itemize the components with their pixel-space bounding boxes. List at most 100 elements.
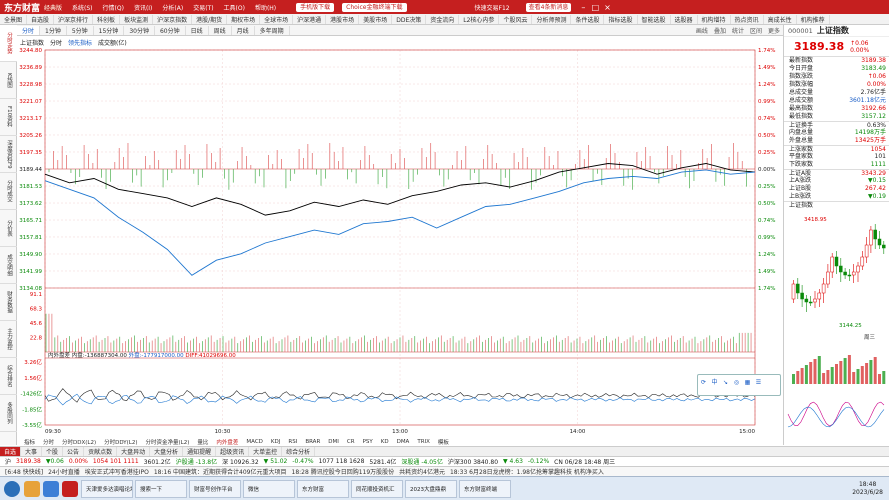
bottom-tab[interactable]: 大单监控 <box>249 447 283 456</box>
taskbar-task[interactable]: 东方财富 <box>297 479 349 498</box>
nav-item[interactable]: 资金流向 <box>426 14 460 24</box>
nav-item[interactable]: 美股市场 <box>359 14 393 24</box>
nav-item[interactable]: 科创板 <box>93 14 121 24</box>
taskbar-task[interactable]: 同花顺投资机汇 <box>351 479 403 498</box>
nav-item[interactable]: 全球市场 <box>260 14 294 24</box>
taskbar-task[interactable]: 天津爱多达演唱论坛 <box>81 479 133 498</box>
menu-system[interactable]: 系统(S) <box>72 3 93 12</box>
nav-item[interactable]: 分析师预测 <box>532 14 572 24</box>
news-item[interactable]: 18:33 6月28日龙虎榜：1.98亿抢筹掌趣科技 机构净买入 <box>450 467 604 476</box>
taskbar-task[interactable]: 东方财富终端 <box>459 479 511 498</box>
folder-icon[interactable] <box>24 480 40 497</box>
period-tab[interactable]: 日线 <box>186 25 209 35</box>
indicator-tab[interactable]: BRAR <box>301 439 324 445</box>
mini-kline-chart[interactable]: 3418.95 3144.25周三 <box>784 209 888 459</box>
floating-toolbar[interactable]: ⟳ 中 ↘ ◎ ▦ ☰ <box>697 374 781 396</box>
nav-item[interactable]: 条件选股 <box>571 14 605 24</box>
indicator-tab[interactable]: KD <box>377 439 393 445</box>
bottom-tab[interactable]: 大事 <box>21 447 43 456</box>
taskbar-task[interactable]: 财富号创作平台 <box>189 479 241 498</box>
nav-item[interactable]: 全景图 <box>0 14 28 24</box>
nav-item[interactable]: 沪深京指数 <box>153 14 193 24</box>
indicator-tab[interactable]: 分时 <box>39 438 58 446</box>
float-tool-icon[interactable]: ⟳ <box>698 379 709 386</box>
indicator-tab[interactable]: 分时资金净量(L2) <box>142 438 194 446</box>
bottom-tab[interactable]: 个股 <box>42 447 64 456</box>
chart-tool[interactable]: 画线 <box>693 26 711 35</box>
period-tab[interactable]: 30分钟 <box>124 25 155 35</box>
indicator-tab[interactable]: CR <box>343 439 359 445</box>
float-tool-icon[interactable]: ☰ <box>753 379 764 386</box>
nav-item[interactable]: 板块监测 <box>120 14 154 24</box>
message-button[interactable]: 查看4条新消息 <box>525 2 572 12</box>
nav-item[interactable]: 机构增持 <box>698 14 731 24</box>
indicator-tab[interactable]: 分时DDX(L2) <box>58 438 100 446</box>
taskbar-task[interactable]: 搜索一下 <box>135 479 187 498</box>
news-item[interactable]: 埃安正式冲写香港挂IPO <box>85 467 149 476</box>
news-item[interactable]: 共耗资约4亿港元 <box>399 467 445 476</box>
period-tab[interactable]: 分时 <box>17 25 41 35</box>
menu-analysis[interactable]: 分析(A) <box>162 3 183 12</box>
float-tool-icon[interactable]: ↘ <box>720 379 731 386</box>
nav-item[interactable]: 沪深京排行 <box>54 14 94 24</box>
float-tool-icon[interactable]: ◎ <box>731 379 742 386</box>
nav-item[interactable]: L2核心内参 <box>459 14 500 24</box>
close-icon[interactable]: × <box>601 3 613 12</box>
nav-item[interactable]: DDE决策 <box>392 14 427 24</box>
menu-help[interactable]: 帮助(H) <box>255 3 276 12</box>
bottom-tab[interactable]: 公告 <box>63 447 85 456</box>
news-item[interactable]: 18:28 腾讯控股今日回购119万股股份 <box>292 467 395 476</box>
indicator-tab[interactable]: PSY <box>359 439 377 445</box>
indicator-tab[interactable]: TRIX <box>413 439 434 445</box>
nav-item[interactable]: 港股市场 <box>326 14 360 24</box>
nav-item[interactable]: 机构推荐 <box>797 14 830 24</box>
indicator-tab[interactable]: MACD <box>242 439 267 445</box>
menu-trade[interactable]: 交易(T) <box>193 3 213 12</box>
maximize-icon[interactable]: □ <box>589 3 601 12</box>
indicator-tab[interactable]: DMI <box>324 439 343 445</box>
start-button[interactable] <box>4 480 20 497</box>
mobile-download-button[interactable]: 手机版下载 <box>296 2 335 12</box>
menu-tools[interactable]: 工具(O) <box>224 3 245 12</box>
taskbar-task[interactable]: 微信 <box>243 479 295 498</box>
period-tab[interactable]: 多年周期 <box>255 25 290 35</box>
nav-item[interactable]: 指标选股 <box>604 14 638 24</box>
taskbar-task[interactable]: 2023大盘鼎鼎 <box>405 479 457 498</box>
indicator-tab[interactable]: 量比 <box>193 438 212 446</box>
period-tab[interactable]: 15分钟 <box>94 25 125 35</box>
indicator-tab[interactable]: 指标 <box>20 438 39 446</box>
chart-tool[interactable]: 更多 <box>765 26 783 35</box>
chart-tool[interactable]: 统计 <box>729 26 747 35</box>
minimize-icon[interactable]: – <box>577 3 589 12</box>
indicator-tab[interactable]: 分时DDY(L2) <box>100 438 141 446</box>
period-tab[interactable]: 5分钟 <box>67 25 94 35</box>
news-item[interactable]: 24小时直播 <box>48 467 80 476</box>
nav-item[interactable]: 高成长性 <box>764 14 797 24</box>
browser-icon[interactable] <box>43 480 59 497</box>
bottom-tab[interactable]: 大盘异动 <box>117 447 151 456</box>
bottom-tab[interactable]: 自选 <box>0 447 22 456</box>
period-tab[interactable]: 月线 <box>232 25 255 35</box>
float-tool-icon[interactable]: 中 <box>709 377 720 386</box>
period-tab[interactable]: 60分钟 <box>155 25 186 35</box>
bottom-tab[interactable]: 通知提醒 <box>183 447 217 456</box>
nav-item[interactable]: 期权市场 <box>227 14 261 24</box>
chart-tool[interactable]: 叠加 <box>711 26 729 35</box>
news-item[interactable]: 18:16 中国建筑：近期获得合计409亿元重大项目 <box>154 467 287 476</box>
nav-item[interactable]: 沪深港通 <box>293 14 327 24</box>
menu-news[interactable]: 资讯(I) <box>134 3 152 12</box>
eastmoney-icon[interactable] <box>62 480 78 497</box>
news-item[interactable]: [6:48 快快线] <box>5 467 43 476</box>
chart-tool[interactable]: 区间 <box>747 26 765 35</box>
bottom-tab[interactable]: 贡献点数 <box>84 447 118 456</box>
float-tool-icon[interactable]: ▦ <box>742 379 753 386</box>
nav-item[interactable]: 港股/期货 <box>192 14 228 24</box>
menu-market[interactable]: 行情(Q) <box>103 3 124 12</box>
nav-item[interactable]: 自选股 <box>27 14 55 24</box>
choice-download-button[interactable]: Choice金融终端下载 <box>342 2 407 12</box>
nav-item[interactable]: 选股器 <box>671 14 698 24</box>
indicator-tab[interactable]: DMA <box>393 439 414 445</box>
nav-item[interactable]: 个股风云 <box>499 14 533 24</box>
indicator-tab[interactable]: 内外盘差 <box>212 438 242 446</box>
indicator-tab[interactable]: RSI <box>284 439 301 445</box>
